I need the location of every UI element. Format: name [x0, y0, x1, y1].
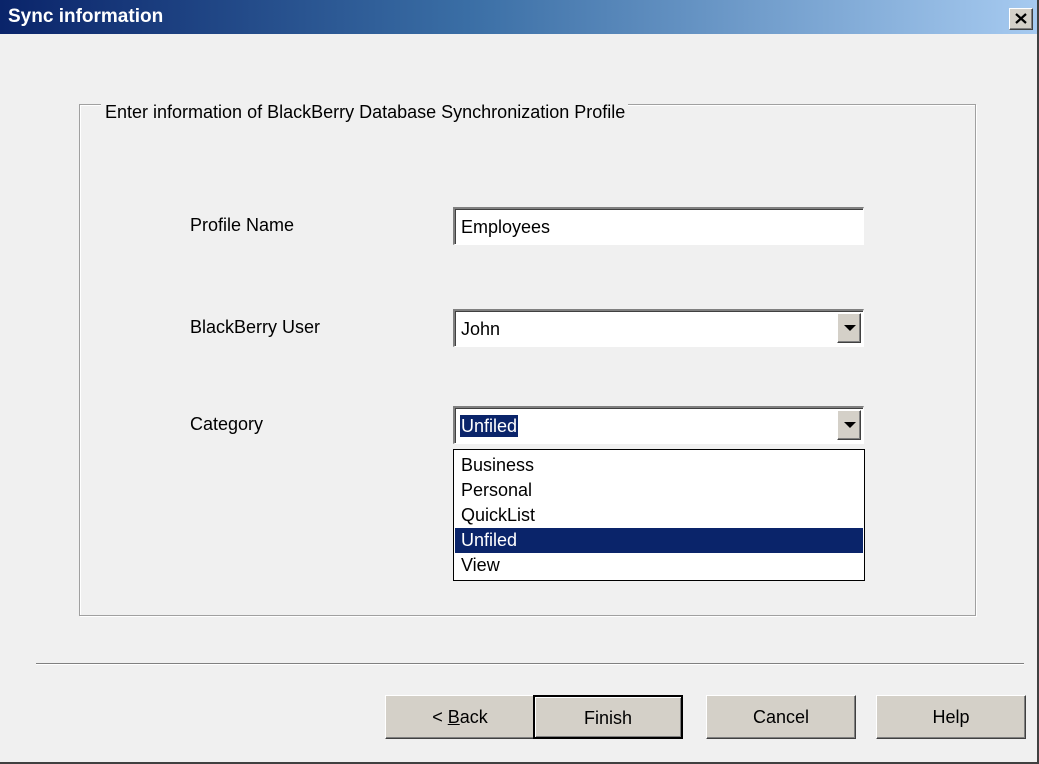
cancel-button[interactable]: Cancel	[706, 695, 856, 739]
category-dropdown-button[interactable]	[837, 410, 861, 440]
category-dropdown-list: Business Personal QuickList Unfiled View	[453, 449, 865, 581]
back-rest: ack	[459, 707, 488, 727]
category-option-unfiled[interactable]: Unfiled	[455, 528, 863, 553]
blackberry-user-value: John	[461, 319, 501, 339]
cancel-button-label: Cancel	[752, 707, 810, 727]
help-button[interactable]: Help	[876, 695, 1026, 739]
title-bar[interactable]: Sync information	[0, 0, 1037, 34]
blackberry-user-dropdown-button[interactable]	[837, 313, 861, 343]
category-option-personal[interactable]: Personal	[455, 478, 863, 503]
button-separator	[36, 663, 1024, 665]
category-label: Category	[190, 414, 264, 434]
window-title: Sync information	[8, 6, 164, 27]
close-button[interactable]	[1009, 8, 1033, 30]
back-button[interactable]: < Back	[385, 695, 535, 739]
profile-name-label: Profile Name	[190, 215, 295, 235]
blackberry-user-label: BlackBerry User	[190, 317, 321, 337]
profile-name-value: Employees	[461, 217, 551, 237]
close-icon	[1015, 13, 1027, 24]
chevron-down-icon	[844, 325, 856, 331]
category-combobox[interactable]: Unfiled	[453, 406, 864, 444]
category-value: Unfiled	[460, 415, 519, 437]
finish-button-label: Finish	[583, 708, 632, 728]
finish-button[interactable]: Finish	[533, 695, 683, 739]
chevron-down-icon	[844, 422, 856, 428]
help-button-label: Help	[932, 707, 970, 727]
back-prefix: <	[432, 707, 448, 727]
blackberry-user-combobox[interactable]: John	[453, 309, 864, 347]
sync-information-dialog: Sync information Enter information of Bl…	[0, 0, 1039, 764]
back-button-label: < Back	[386, 706, 534, 728]
groupbox-legend: Enter information of BlackBerry Database…	[101, 101, 629, 123]
category-option-view[interactable]: View	[455, 553, 863, 578]
profile-name-input[interactable]: Employees	[453, 207, 864, 245]
category-option-business[interactable]: Business	[455, 453, 863, 478]
back-mnemonic: B	[447, 707, 460, 727]
category-option-quicklist[interactable]: QuickList	[455, 503, 863, 528]
